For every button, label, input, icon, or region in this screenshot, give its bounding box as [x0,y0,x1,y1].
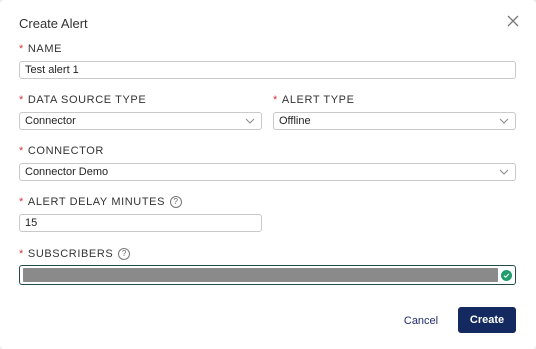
alert-delay-minutes-label: * ALERT DELAY MINUTES ? [19,196,183,208]
name-label-text: NAME [27,43,63,55]
data-source-type-label-text: DATA SOURCE TYPE [27,94,147,106]
create-button[interactable]: Create [458,307,516,333]
required-marker: * [19,43,24,55]
alert-type-select[interactable]: Offline [273,112,516,130]
dialog-title: Create Alert [19,16,88,31]
create-alert-dialog: Create Alert * NAME Test alert 1 * DATA … [0,0,536,349]
close-icon[interactable] [505,13,521,29]
check-circle-icon [501,269,512,281]
required-marker: * [19,248,24,260]
subscribers-select[interactable] [19,265,516,285]
required-marker: * [19,196,24,208]
alert-type-label: * ALERT TYPE [273,94,355,106]
name-label: * NAME [19,43,62,55]
connector-value: Connector Demo [25,166,109,178]
help-icon[interactable]: ? [118,248,131,260]
data-source-type-select[interactable]: Connector [19,112,262,130]
alert-delay-minutes-input[interactable]: 15 [19,214,262,232]
redacted-subscribers [23,268,498,282]
name-input[interactable]: Test alert 1 [19,61,516,79]
connector-select[interactable]: Connector Demo [19,163,516,181]
required-marker: * [19,145,24,157]
alert-type-value: Offline [279,115,311,127]
connector-label-text: CONNECTOR [27,145,104,157]
connector-label: * CONNECTOR [19,145,104,157]
required-marker: * [273,94,278,106]
subscribers-label: * SUBSCRIBERS ? [19,248,131,260]
subscribers-label-text: SUBSCRIBERS [27,248,114,260]
data-source-type-label: * DATA SOURCE TYPE [19,94,146,106]
required-marker: * [19,94,24,106]
alert-delay-minutes-value: 15 [25,217,38,229]
alert-type-label-text: ALERT TYPE [281,94,355,106]
cancel-button[interactable]: Cancel [396,308,446,333]
chevron-down-icon [499,169,509,175]
name-value: Test alert 1 [25,64,79,76]
help-icon[interactable]: ? [170,196,183,208]
chevron-down-icon [499,118,509,124]
alert-delay-minutes-label-text: ALERT DELAY MINUTES [27,196,166,208]
chevron-down-icon [245,118,255,124]
data-source-type-value: Connector [25,115,76,127]
